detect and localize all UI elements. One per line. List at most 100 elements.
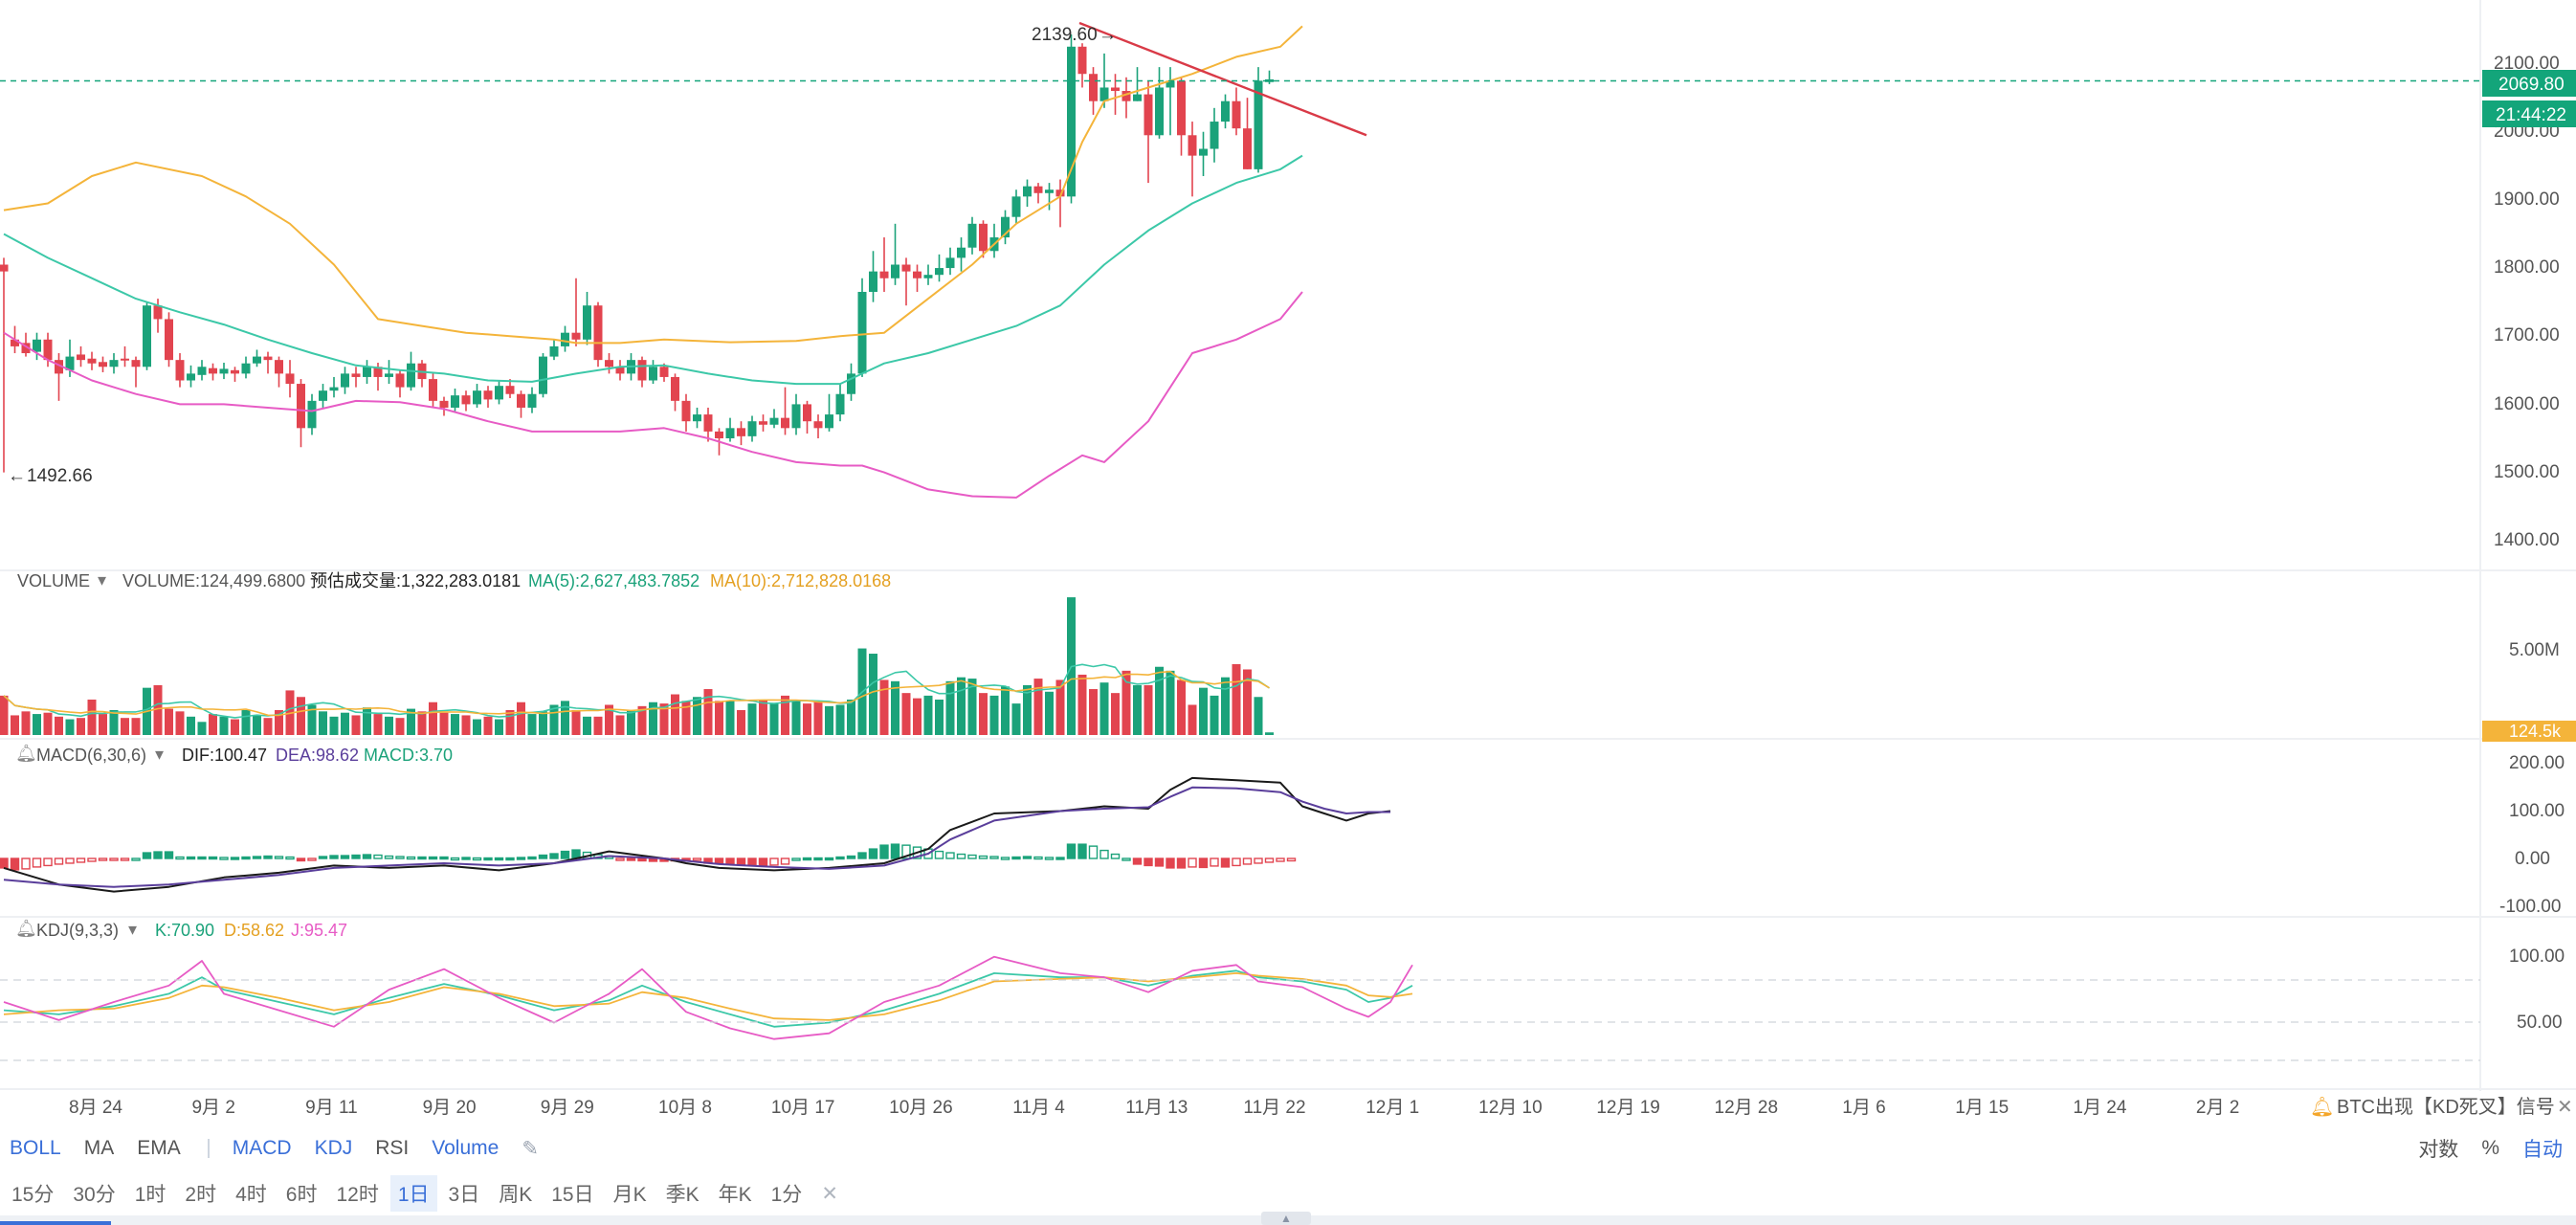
candle-body <box>187 373 195 381</box>
volume-bar <box>197 722 207 735</box>
volume-bar <box>209 714 217 735</box>
macd-histogram-bar <box>560 850 570 859</box>
chevron-down-icon[interactable]: ▾ <box>155 745 164 764</box>
percent-scale-toggle[interactable]: % <box>2481 1137 2499 1160</box>
candle-body <box>649 367 657 381</box>
volume-name[interactable]: VOLUME <box>17 571 90 590</box>
interval-12[interactable]: 季K <box>658 1175 707 1212</box>
collapse-handle-icon[interactable]: ▲ <box>1261 1212 1311 1225</box>
close-icon[interactable]: ✕ <box>813 1178 846 1210</box>
interval-2[interactable]: 1时 <box>127 1175 174 1212</box>
macd-histogram-bar <box>527 856 537 860</box>
macd-histogram-bar <box>164 851 174 859</box>
macd-histogram-bar <box>472 857 482 861</box>
macd-histogram-bar <box>615 858 625 861</box>
kdj-tick: 100.00 <box>2509 947 2565 967</box>
macd-histogram-bar <box>263 855 273 859</box>
macd-name[interactable]: MACD(6,30,6) <box>36 746 146 765</box>
macd-histogram-bar <box>1210 858 1219 867</box>
interval-3[interactable]: 2时 <box>177 1175 224 1212</box>
volume-bar <box>1265 732 1274 735</box>
volume-bar <box>945 680 955 735</box>
signal-alert[interactable]: 🔔︎ BTC出现【KD死叉】信号 ✕ <box>2310 1096 2573 1118</box>
volume-bar <box>693 697 701 735</box>
candlestick-chart[interactable]: 8月 24 9月 2 9月 11 9月 20 9月 29 10月 8 10月 17 10月 2… <box>0 0 2576 1125</box>
macd-dif: DIF:100.47 <box>182 746 267 765</box>
volume-bar <box>1210 695 1219 735</box>
indicator-macd[interactable]: MACD <box>233 1137 292 1160</box>
candle-body <box>263 356 273 361</box>
indicator-kdj[interactable]: KDJ <box>315 1137 353 1160</box>
kdj-name[interactable]: KDJ(9,3,3) <box>36 921 119 940</box>
macd-histogram-bar <box>1166 858 1175 869</box>
interval-0[interactable]: 15分 <box>4 1175 61 1212</box>
interval-4[interactable]: 4时 <box>228 1175 275 1212</box>
volume-bar <box>461 715 471 735</box>
candle-body <box>1089 74 1098 101</box>
interval-9[interactable]: 周K <box>491 1175 540 1212</box>
macd-histogram-bar <box>252 856 262 859</box>
interval-10[interactable]: 15日 <box>544 1175 601 1212</box>
indicator-ma[interactable]: MA <box>84 1137 115 1160</box>
bell-icon[interactable]: 🔔︎ <box>15 744 37 763</box>
candle-body <box>681 400 691 422</box>
interval-5[interactable]: 6时 <box>278 1175 325 1212</box>
macd-histogram-bar <box>1033 856 1043 860</box>
candle-body <box>891 264 899 278</box>
volume-bar <box>1001 686 1010 735</box>
chevron-down-icon[interactable]: ▾ <box>98 570 106 590</box>
candle-body <box>1144 94 1153 136</box>
volume-bar <box>351 715 361 735</box>
macd-histogram-bar <box>780 858 790 865</box>
macd-histogram-bar <box>43 858 53 867</box>
candle-body <box>1077 46 1087 75</box>
macd-histogram-bar <box>395 856 405 859</box>
macd-histogram-bar <box>714 858 724 864</box>
x-axis-label: 9月 29 <box>541 1098 594 1118</box>
candle-body <box>461 395 471 405</box>
interval-13[interactable]: 年K <box>711 1175 760 1212</box>
indicator-ema[interactable]: EMA <box>137 1137 181 1160</box>
interval-8[interactable]: 3日 <box>441 1175 488 1212</box>
bell-icon[interactable]: 🔔︎ <box>15 919 37 938</box>
candle-body <box>725 428 735 438</box>
interval-1[interactable]: 30分 <box>65 1175 122 1212</box>
candle-body <box>1155 87 1164 136</box>
price-tick: 1800.00 <box>2494 257 2560 278</box>
macd-dea: DEA:98.62 <box>276 746 359 765</box>
interval-14[interactable]: 1分 <box>764 1175 811 1212</box>
candle-body <box>131 360 141 368</box>
edit-icon[interactable]: ✎ <box>522 1137 539 1161</box>
candle-body <box>253 356 261 364</box>
interval-6[interactable]: 12时 <box>328 1175 386 1212</box>
chart-root[interactable]: 8月 24 9月 2 9月 11 9月 20 9月 29 10月 8 10月 17 10月 2… <box>0 0 2576 1129</box>
macd-histogram-bar <box>549 853 559 859</box>
macd-histogram-bar <box>1276 858 1285 862</box>
volume-bar <box>627 709 635 735</box>
indicator-volume[interactable]: Volume <box>432 1137 499 1160</box>
close-icon[interactable]: ✕ <box>2557 1097 2573 1118</box>
log-scale-toggle[interactable]: 对数 <box>2418 1134 2458 1163</box>
scroll-thumb[interactable] <box>0 1221 111 1225</box>
volume-bar <box>87 700 97 735</box>
volume-bar <box>813 701 823 735</box>
interval-11[interactable]: 月K <box>606 1175 655 1212</box>
candle-body <box>571 332 581 340</box>
candle-body <box>43 339 53 361</box>
volume-bar <box>615 715 625 735</box>
candle-body <box>593 305 603 361</box>
kdj-legend: 🔔︎ KDJ(9,3,3) ▾ K:70.90 D:58.62 J:95.47 <box>15 919 347 940</box>
high-arrow: → <box>1099 25 1117 45</box>
auto-scale-toggle[interactable]: 自动 <box>2522 1134 2563 1163</box>
volume-bar <box>539 711 547 735</box>
chevron-down-icon[interactable]: ▾ <box>128 920 137 939</box>
x-axis-label: 1月 24 <box>2073 1098 2126 1118</box>
macd-histogram-bar <box>791 858 801 861</box>
candle-body <box>901 264 911 272</box>
interval-7[interactable]: 1日 <box>389 1175 437 1212</box>
indicator-boll[interactable]: BOLL <box>10 1137 61 1160</box>
indicator-rsi[interactable]: RSI <box>375 1137 409 1160</box>
bell-icon: 🔔︎ <box>2310 1097 2334 1118</box>
macd-histogram-bar <box>384 855 394 859</box>
last-price-value: 2069.80 <box>2498 75 2565 95</box>
